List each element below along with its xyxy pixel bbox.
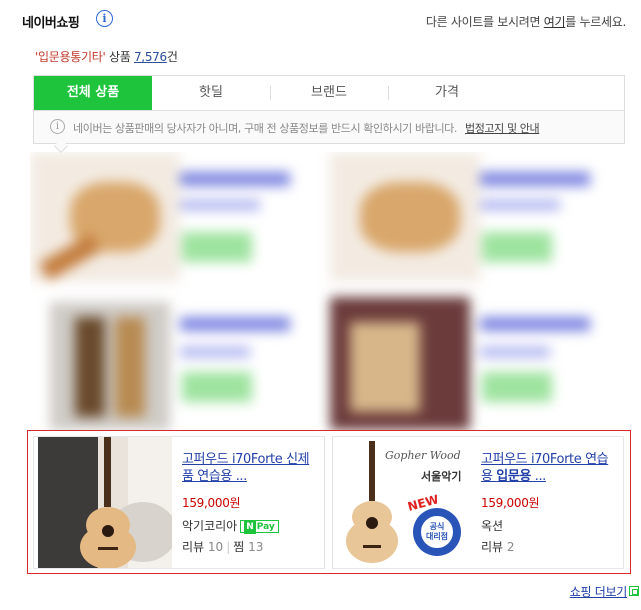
tab-brand[interactable]: 브랜드 xyxy=(270,76,388,110)
result-count: '입문용통기타' 상품 7,576건 xyxy=(35,50,178,64)
review-info: 리뷰 2 xyxy=(481,540,515,554)
zzim-count: 13 xyxy=(248,540,264,554)
product-title-link[interactable]: 고퍼우드 i70Forte 신제품 연습용 ... xyxy=(182,451,318,485)
more-shopping-link[interactable]: 쇼핑 더보기 xyxy=(570,583,628,600)
review-count: 10 xyxy=(207,540,224,554)
naver-shopping-logo[interactable]: 네이버쇼핑 xyxy=(22,12,80,31)
tab-hotdeal[interactable]: 핫딜 xyxy=(152,76,270,110)
review-info: 리뷰 10 | 찜 13 xyxy=(182,540,264,554)
product-thumbnail[interactable]: Gopher Wood 서울악기 공식 대리점 NEW xyxy=(337,437,471,568)
product-price: 159,000원 xyxy=(481,496,540,510)
site-notice: 다른 사이트를 보시려면 여기를 누르세요. xyxy=(425,15,626,29)
npay-badge: N Pay xyxy=(240,520,279,534)
svg-text:공식: 공식 xyxy=(430,521,445,531)
product-results: 고퍼우드 i70Forte 신제품 연습용 ... 159,000원 악기코리아… xyxy=(27,430,631,574)
product-thumbnail[interactable] xyxy=(38,437,172,568)
info-icon[interactable]: i xyxy=(96,10,113,27)
product-count-link[interactable]: 7,576 xyxy=(134,50,167,64)
disclaimer-bar: i 네이버는 상품판매의 당사자가 아니며, 구매 전 상품정보를 반드시 확인… xyxy=(33,111,625,144)
blurred-results xyxy=(30,152,630,430)
legal-notice-link[interactable]: 법정고지 및 안내 xyxy=(465,122,540,135)
search-query: '입문용통기타' xyxy=(35,50,106,64)
tab-all-products[interactable]: 전체 상품 xyxy=(34,76,152,110)
brand-logo-text: Gopher Wood xyxy=(385,449,461,462)
product-price: 159,000원 xyxy=(182,496,241,510)
here-link[interactable]: 여기 xyxy=(544,15,566,29)
tab-price[interactable]: 가격 xyxy=(388,76,506,110)
shopping-header: 네이버쇼핑 i 다른 사이트를 보시려면 여기를 누르세요. xyxy=(22,10,626,32)
external-window-icon[interactable] xyxy=(629,586,639,596)
seller-name: 악기코리아 N Pay xyxy=(182,517,279,534)
review-count: 2 xyxy=(506,540,515,554)
seller-name: 옥션 xyxy=(481,519,504,533)
product-card[interactable]: 고퍼우드 i70Forte 신제품 연습용 ... 159,000원 악기코리아… xyxy=(33,436,325,569)
store-logo-text: 서울악기 xyxy=(421,469,461,483)
info-circle-icon: i xyxy=(50,119,65,134)
product-title-link[interactable]: 고퍼우드 i70Forte 연습용 입문용 ... xyxy=(481,451,617,485)
disclaimer-text: 네이버는 상품판매의 당사자가 아니며, 구매 전 상품정보를 반드시 확인하시… xyxy=(73,122,457,135)
svg-text:대리점: 대리점 xyxy=(426,531,448,541)
filter-tabs: 전체 상품 핫딜 브랜드 가격 xyxy=(33,75,625,111)
product-card[interactable]: Gopher Wood 서울악기 공식 대리점 NEW 고퍼우드 i70Fort… xyxy=(332,436,624,569)
